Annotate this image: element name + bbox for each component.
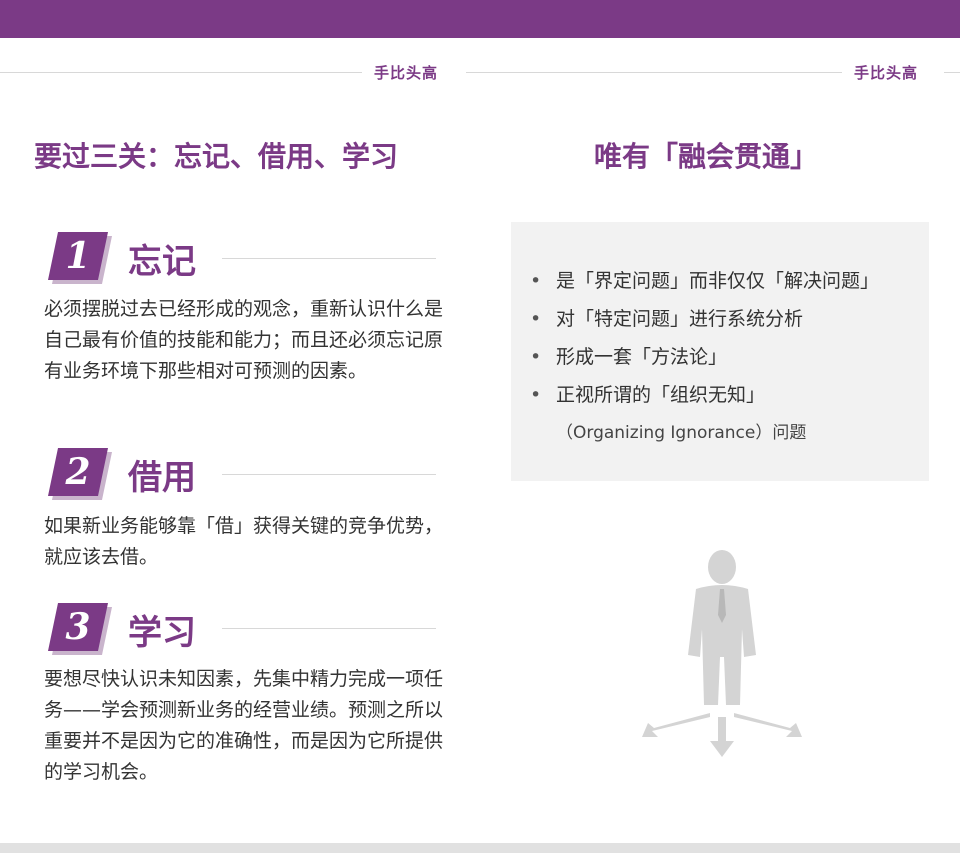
bullet-dot: •	[530, 308, 542, 330]
bullet-item: • 形成一套「方法论」	[530, 338, 879, 376]
header-rule-middle	[466, 72, 842, 73]
bullet-text: 正视所谓的「组织无知」	[556, 384, 766, 406]
step-3-badge: 3	[48, 603, 108, 651]
bullet-dot: •	[530, 270, 542, 292]
bullet-continuation: （Organizing Ignorance）问题	[556, 423, 807, 443]
step-3-title: 学习	[128, 613, 196, 653]
step-3-body: 要想尽快认识未知因素，先集中精力完成一项任务——学会预测新业务的经营业绩。预测之…	[44, 668, 444, 783]
step-1-badge: 1	[48, 232, 108, 280]
bullet-text: 形成一套「方法论」	[556, 346, 728, 368]
bullet-dot: •	[530, 384, 542, 406]
bottom-bar	[0, 843, 960, 853]
step-1-body: 必须摆脱过去已经形成的观念，重新认识什么是自己最有价值的技能和能力；而且还必须忘…	[44, 298, 444, 382]
step-1-rule	[222, 258, 436, 259]
header-rule-right	[944, 72, 960, 73]
step-2-body: 如果新业务能够靠「借」获得关键的竞争优势，就应该去借。	[44, 515, 444, 568]
top-banner	[0, 0, 960, 38]
bullet-text: 对「特定问题」进行系统分析	[556, 308, 804, 330]
businessman-crossroads-icon	[642, 550, 802, 757]
step-1-title: 忘记	[128, 242, 196, 282]
bullet-list: • 是「界定问题」而非仅仅「解决问题」 • 对「特定问题」进行系统分析 • 形成一套「…	[530, 262, 879, 414]
step-2-badge: 2	[48, 448, 108, 496]
bullet-item: • 是「界定问题」而非仅仅「解决问题」	[530, 262, 879, 300]
bullet-item: • 对「特定问题」进行系统分析	[530, 300, 879, 338]
brand-label-right: 手比头高	[854, 64, 919, 82]
header-rule-left	[0, 72, 362, 73]
step-2-rule	[222, 474, 436, 475]
bullet-dot: •	[530, 346, 542, 368]
left-section-title: 要过三关：忘记、借用、学习	[34, 140, 399, 173]
step-3-rule	[222, 628, 436, 629]
right-section-title: 唯有「融会贯通」	[594, 140, 819, 173]
brand-label-left: 手比头高	[374, 64, 439, 82]
bullet-text: 是「界定问题」而非仅仅「解决问题」	[556, 270, 880, 292]
bullet-item: • 正视所谓的「组织无知」	[530, 376, 879, 414]
step-2-title: 借用	[128, 458, 196, 498]
